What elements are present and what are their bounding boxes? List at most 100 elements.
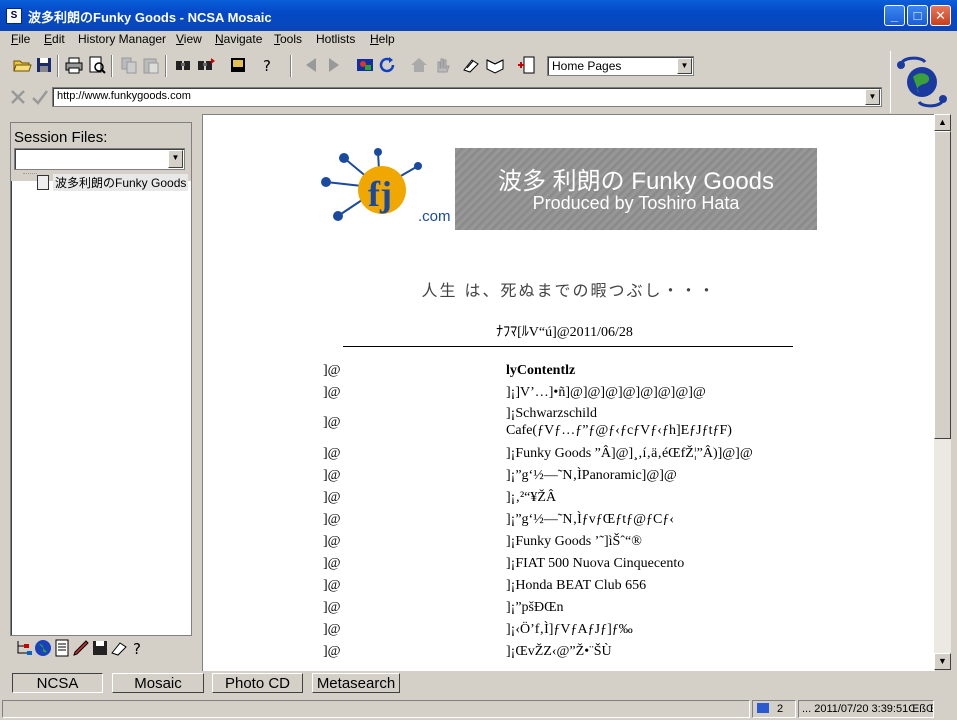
svg-text:?: ? xyxy=(263,57,271,75)
menu-file[interactable]: File xyxy=(11,32,30,46)
hotlist-icon[interactable] xyxy=(461,55,481,75)
row-bullet: ]@ xyxy=(323,600,341,615)
url-value: http://www.funkygoods.com xyxy=(57,90,191,102)
link-panoramic[interactable]: ]¡”g‘½—˜N‚ÌPanoramic]@]@ xyxy=(506,468,677,484)
network-icon xyxy=(757,703,769,713)
link-honda-beat[interactable]: ]¡Honda BEAT Club 656 xyxy=(506,578,646,594)
toolbar-separator xyxy=(165,55,167,77)
divider xyxy=(343,346,793,347)
status-message xyxy=(2,700,750,718)
kiosk-icon[interactable] xyxy=(228,55,248,75)
disk-icon[interactable] xyxy=(90,638,108,656)
banner-subtitle: Produced by Toshiro Hata xyxy=(532,193,740,213)
row-bullet: ]@ xyxy=(323,415,341,430)
link-history[interactable]: ]¡”pšÐŒn xyxy=(506,600,564,616)
window-title: 波多利朗のFunky Goods - NCSA Mosaic xyxy=(28,10,272,25)
session-files-select[interactable]: ▼ xyxy=(14,148,185,170)
session-tree-item[interactable]: 波多利朗のFunky Goods xyxy=(53,174,189,191)
session-files-label: Session Files: xyxy=(14,129,108,146)
logo-dotcom-text: .com xyxy=(418,208,451,225)
cancel-x-icon[interactable] xyxy=(8,87,28,107)
app-icon[interactable]: S xyxy=(6,8,22,24)
print-preview-icon[interactable] xyxy=(87,55,107,75)
status-count-field: 2 xyxy=(752,700,796,718)
forward-arrow-icon[interactable] xyxy=(324,55,344,75)
help-icon[interactable]: ? xyxy=(257,55,277,75)
add-to-menu-icon[interactable] xyxy=(516,55,536,75)
tab-mosaic[interactable]: Mosaic xyxy=(112,673,204,693)
document-view: fj .com 波多 利朗の Funky Goods Produced by T… xyxy=(202,114,935,671)
scroll-up-icon[interactable]: ▲ xyxy=(934,114,951,131)
maximize-button[interactable]: □ xyxy=(907,5,928,26)
find-icon[interactable] xyxy=(173,55,193,75)
row-bullet: ]@ xyxy=(323,512,341,527)
globe-icon[interactable] xyxy=(33,638,51,656)
question-icon[interactable]: ? xyxy=(128,638,146,658)
row-bullet: ]@ xyxy=(323,468,341,483)
menu-history-manager[interactable]: History Manager xyxy=(78,32,166,46)
row-bullet: ]@ xyxy=(323,622,341,637)
svg-text:fj: fj xyxy=(368,174,392,214)
link-profile[interactable]: ]¡”g‘½—˜N‚ÌƒvƒŒƒtƒ@ƒCƒ‹ xyxy=(506,512,674,528)
menu-edit[interactable]: Edit xyxy=(44,32,65,46)
toolbar-separator xyxy=(111,55,113,77)
save-icon[interactable] xyxy=(34,55,54,75)
updated-date: ﾅﾌﾏ[ﾙV“ú]@2011/06/28 xyxy=(496,325,633,340)
stop-hand-icon[interactable] xyxy=(432,55,452,75)
funky-goods-logo: fj .com xyxy=(316,148,456,230)
menu-hotlists[interactable]: Hotlists xyxy=(316,32,355,46)
title-banner: 波多 利朗の Funky Goods Produced by Toshiro H… xyxy=(455,148,817,230)
url-row: http://www.funkygoods.com ▼ xyxy=(0,86,890,110)
link-fiat-500[interactable]: ]¡FIAT 500 Nuova Cinquecento xyxy=(506,556,684,572)
tree-connector xyxy=(23,173,37,174)
tree-view-icon[interactable] xyxy=(14,638,32,656)
menu-tools[interactable]: Tools xyxy=(274,32,302,46)
link-greeting[interactable]: ]¡‚²“¥ŽÂ xyxy=(506,490,556,506)
chevron-down-icon[interactable]: ▼ xyxy=(865,89,880,105)
menu-navigate[interactable]: Navigate xyxy=(215,32,262,46)
menu-help[interactable]: Help xyxy=(370,32,395,46)
chevron-down-icon[interactable]: ▼ xyxy=(677,58,692,74)
copy-icon[interactable] xyxy=(119,55,139,75)
edit-pen-icon[interactable] xyxy=(71,638,89,656)
row-bullet: ]@ xyxy=(323,446,341,461)
paste-icon[interactable] xyxy=(141,55,161,75)
vertical-scrollbar[interactable]: ▲ ▼ xyxy=(934,114,951,670)
link-activities[interactable]: ]¡Funky Goods ’˜]ìŠˆ“® xyxy=(506,534,642,550)
scroll-down-icon[interactable]: ▼ xyxy=(934,653,951,670)
link-schwarzschild-cafe[interactable]: Cafe(ƒVƒ…ƒ”ƒ@ƒ‹ƒcƒVƒ‹ƒh]EƒJƒtƒF) xyxy=(506,423,732,439)
print-icon[interactable] xyxy=(64,55,84,75)
close-button[interactable]: ✕ xyxy=(930,5,951,26)
scroll-thumb[interactable] xyxy=(934,131,951,439)
mosaic-logo xyxy=(890,51,953,113)
add-hotlist-icon[interactable] xyxy=(485,55,505,75)
url-input[interactable]: http://www.funkygoods.com ▼ xyxy=(52,87,882,107)
reload-icon[interactable] xyxy=(377,55,397,75)
link-siamese[interactable]: ]¡‹Ö’f‚Ì]ƒVƒAƒJƒ]ƒ‰ xyxy=(506,622,633,638)
title-bar: S 波多利朗のFunky Goods - NCSA Mosaic _ □ ✕ xyxy=(0,0,957,31)
home-pages-select[interactable]: Home Pages ▼ xyxy=(547,56,694,76)
link-computer-museum[interactable]: ]¡ŒvŽZ‹@”Ž•¨ŠÙ xyxy=(506,644,612,660)
row-bullet: ]@ xyxy=(323,385,341,400)
back-arrow-icon[interactable] xyxy=(301,55,321,75)
hotlist-pen-icon[interactable] xyxy=(109,638,127,656)
link-bbs[interactable]: ]¡Funky Goods ”Â]@]¸‚í‚ä‚éŒfŽ¦”Â)]@]@ xyxy=(506,446,753,462)
load-images-icon[interactable] xyxy=(355,55,375,75)
home-icon[interactable] xyxy=(409,55,429,75)
open-folder-icon[interactable] xyxy=(12,55,32,75)
link-whats-new[interactable]: ]¡]V’…]•ñ]@]@]@]@]@]@]@]@ xyxy=(506,385,706,401)
svg-text:?: ? xyxy=(133,640,141,658)
chevron-down-icon[interactable]: ▼ xyxy=(168,150,183,168)
page-icon[interactable] xyxy=(52,638,70,657)
minimize-button[interactable]: _ xyxy=(884,5,905,26)
row-bullet: ]@ xyxy=(323,534,341,549)
menu-view[interactable]: View xyxy=(176,32,202,46)
status-count: 2 xyxy=(777,703,784,715)
accept-check-icon[interactable] xyxy=(30,87,50,107)
banner-title: 波多 利朗の Funky Goods xyxy=(497,168,775,195)
tab-metasearch[interactable]: Metasearch xyxy=(312,673,400,693)
find-next-icon[interactable] xyxy=(196,55,216,75)
link-schwarzschild[interactable]: ]¡Schwarzschild xyxy=(506,406,597,422)
tab-ncsa[interactable]: NCSA xyxy=(12,673,103,693)
tab-photo-cd[interactable]: Photo CD xyxy=(212,673,303,693)
